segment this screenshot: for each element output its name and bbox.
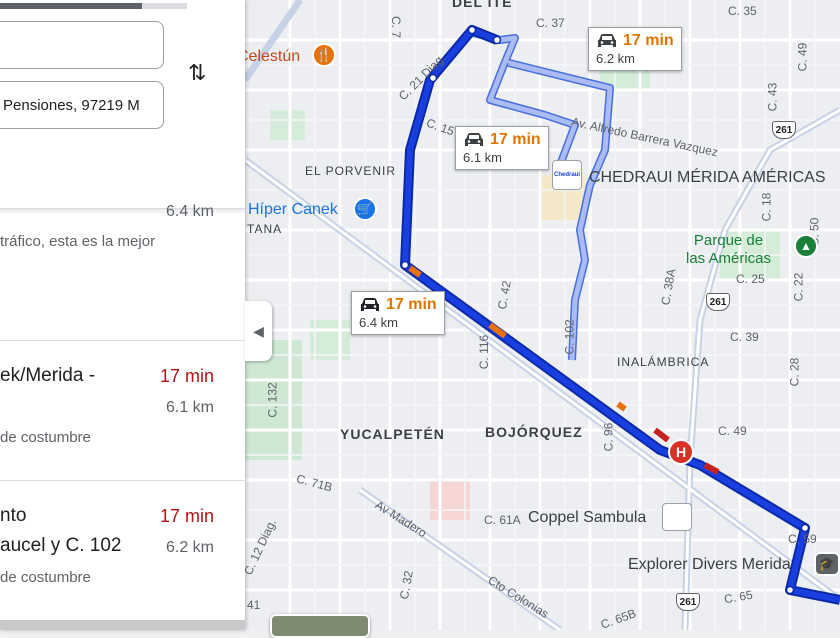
chedraui-logo-icon[interactable]: Chedraui — [552, 160, 582, 190]
route-option-2-title: ek/Merida - — [0, 365, 96, 386]
route-divider — [0, 480, 245, 481]
route-distance: 6.4 km — [359, 315, 399, 330]
directions-panel: Pensiones, 97219 M ⇅ 6.4 km tráfico, est… — [0, 0, 245, 630]
street-label: C. 102 — [562, 319, 577, 355]
tree-icon[interactable]: ▲ — [794, 234, 818, 258]
street-label: C. 49 — [718, 424, 747, 438]
street-label: C. 116 — [477, 334, 492, 370]
route-option-3-time: 17 min — [159, 506, 214, 526]
transport-mode-bar[interactable] — [0, 3, 187, 9]
district-yucalpeten: YUCALPETÉN — [340, 426, 445, 442]
street-label: C. 35 — [728, 4, 757, 18]
store-logo-icon[interactable] — [662, 503, 692, 531]
swap-directions-icon[interactable]: ⇅ — [188, 60, 206, 86]
collapse-panel-button[interactable]: ◀ — [245, 301, 272, 361]
street-label: C. 132 — [265, 382, 280, 418]
street-label: C. 59 — [788, 532, 817, 546]
route-option-1-distance: 6.4 km — [165, 203, 214, 220]
route-distance: 6.2 km — [596, 51, 636, 66]
route-option-3-title-line1: nto — [0, 505, 27, 526]
route-time: 17 min — [490, 131, 541, 148]
poi-coppel-label[interactable]: Coppel Sambula — [528, 509, 646, 527]
route-time: 17 min — [623, 32, 674, 49]
route-option-3-title-line2: aucel y C. 102 — [0, 535, 122, 556]
district-tana: TANA — [247, 222, 283, 236]
chevron-left-icon: ◀ — [253, 322, 264, 339]
chedraui-logo-text: Chedraui — [553, 172, 580, 178]
poi-explorer-label[interactable]: Explorer Divers Merida — [628, 556, 791, 574]
hospital-letter: H — [675, 444, 687, 460]
street-label: C. 28 — [787, 357, 802, 387]
destination-value: Pensiones, 97219 M — [3, 96, 140, 114]
route-option-1-note: tráfico, esta es la mejor — [0, 233, 156, 250]
poi-celestun-label[interactable]: Celestún — [237, 48, 300, 66]
origin-field[interactable] — [0, 21, 164, 69]
street-label: C. 7 — [389, 15, 404, 39]
street-label: C. 96 — [601, 422, 616, 452]
shopping-cart-icon[interactable]: 🛒 — [353, 197, 377, 221]
destination-field[interactable]: Pensiones, 97219 M — [0, 81, 164, 129]
district-el-porvenir: EL PORVENIR — [305, 164, 397, 178]
street-label: C. 18 — [759, 192, 774, 222]
route-option-2-note: de costumbre — [0, 429, 91, 446]
street-label: C. 25 — [736, 272, 765, 286]
panel-footer — [0, 620, 245, 630]
district-bojorquez: BOJÓRQUEZ — [485, 424, 583, 440]
poi-parque-line2: las Américas — [686, 250, 772, 267]
car-icon — [598, 34, 616, 47]
restaurant-icon[interactable]: 🍴 — [312, 43, 336, 67]
route-option-2-distance: 6.1 km — [165, 399, 214, 416]
street-label: C. 39 — [730, 330, 759, 344]
poi-parque-line1: Parque de — [693, 232, 764, 249]
route-card-2[interactable]: 17 min 6.1 km — [455, 126, 549, 170]
district-label: DEL ITE — [452, 0, 513, 10]
poi-hiper-canek-label[interactable]: Híper Canek — [248, 201, 338, 219]
hospital-icon[interactable]: H — [668, 439, 694, 465]
highway-shield: 261 — [706, 293, 730, 311]
street-label: C. 61A — [484, 513, 521, 527]
route-option-3-note: de costumbre — [0, 569, 91, 586]
car-icon — [465, 133, 483, 146]
car-icon — [361, 298, 379, 311]
highway-shield: 261 — [772, 121, 796, 139]
school-icon[interactable]: 🎓 — [814, 552, 840, 576]
poi-chedraui-label[interactable]: CHEDRAUI MÉRIDA AMÉRICAS — [589, 169, 825, 187]
route-option-3-distance: 6.2 km — [165, 539, 214, 556]
street-label: C. 37 — [536, 16, 565, 30]
district-inalambrica: INALÁMBRICA — [617, 355, 710, 369]
route-option-2-time: 17 min — [159, 366, 214, 386]
poi-parque-label[interactable]: Parque de las Américas — [686, 232, 771, 268]
route-card-1[interactable]: 17 min 6.4 km — [351, 291, 445, 335]
route-card-3[interactable]: 17 min 6.2 km — [588, 27, 682, 71]
route-time: 17 min — [386, 296, 437, 313]
street-label: C. 22 — [791, 272, 806, 302]
street-label: C. 49 — [795, 42, 810, 72]
route-distance: 6.1 km — [463, 150, 503, 165]
street-label: C. 43 — [765, 82, 780, 112]
street-label: 41 — [247, 598, 261, 612]
route-divider — [0, 340, 245, 341]
map-layer-thumbnail[interactable] — [270, 614, 370, 638]
highway-shield: 261 — [676, 593, 700, 611]
